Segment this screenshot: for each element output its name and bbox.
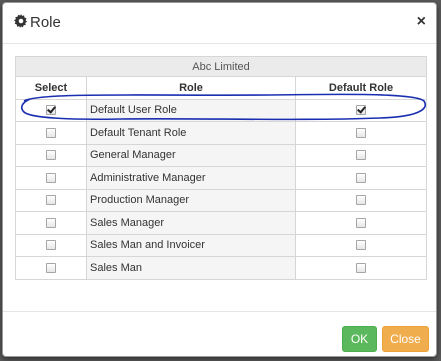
default-role-checkbox[interactable] xyxy=(356,217,367,228)
select-cell xyxy=(15,233,87,257)
table-row: Default Tenant Role xyxy=(15,121,428,145)
close-button[interactable]: Close xyxy=(382,326,429,352)
select-cell xyxy=(15,98,87,122)
table-row: Sales Man and Invoicer xyxy=(15,233,428,257)
select-checkbox[interactable] xyxy=(46,127,56,138)
role-name: Sales Man xyxy=(86,256,296,280)
default-role-cell xyxy=(294,188,428,212)
select-cell xyxy=(15,143,87,167)
default-role-checkbox[interactable] xyxy=(356,105,367,116)
table-row: Sales Man xyxy=(15,256,428,280)
role-name: Default User Role xyxy=(86,98,296,122)
select-checkbox[interactable] xyxy=(46,195,56,206)
role-name: Sales Man and Invoicer xyxy=(86,233,296,257)
default-role-checkbox[interactable] xyxy=(356,127,367,138)
default-role-checkbox[interactable] xyxy=(356,240,367,251)
role-name: Sales Manager xyxy=(86,211,296,235)
table-row: Sales Manager xyxy=(15,211,428,235)
default-role-cell xyxy=(294,211,428,235)
dialog-footer: OK Close xyxy=(3,311,436,358)
role-table: Abc Limited Select Role Default Role Def… xyxy=(14,56,428,280)
default-role-cell xyxy=(294,143,428,167)
column-header-select: Select xyxy=(15,76,87,100)
select-cell xyxy=(15,211,87,235)
column-header-default-role: Default Role xyxy=(294,76,428,100)
default-role-cell xyxy=(294,166,428,190)
table-row: Default User Role xyxy=(15,98,428,122)
select-cell xyxy=(15,256,87,280)
company-name: Abc Limited xyxy=(14,56,428,77)
default-role-checkbox[interactable] xyxy=(356,195,367,206)
role-name: Production Manager xyxy=(86,188,296,212)
role-name: Administrative Manager xyxy=(86,166,296,190)
default-role-checkbox[interactable] xyxy=(356,150,367,161)
select-cell xyxy=(15,166,87,190)
select-checkbox[interactable] xyxy=(46,172,56,183)
default-role-checkbox[interactable] xyxy=(356,172,367,183)
select-checkbox[interactable] xyxy=(46,105,56,116)
default-role-cell xyxy=(294,121,428,145)
default-role-cell xyxy=(294,233,428,257)
select-checkbox[interactable] xyxy=(46,240,56,251)
default-role-checkbox[interactable] xyxy=(356,262,367,273)
table-row: Administrative Manager xyxy=(15,166,428,190)
role-name: General Manager xyxy=(86,143,296,167)
select-cell xyxy=(15,121,87,145)
select-checkbox[interactable] xyxy=(46,262,56,273)
dialog-title: Role xyxy=(30,14,61,31)
role-name: Default Tenant Role xyxy=(86,121,296,145)
default-role-cell xyxy=(294,98,428,122)
table-row: Production Manager xyxy=(15,188,428,212)
select-checkbox[interactable] xyxy=(46,217,56,228)
role-dialog: Role × Abc Limited Select Role Default R… xyxy=(2,2,437,357)
close-icon[interactable]: × xyxy=(417,14,426,30)
select-cell xyxy=(15,188,87,212)
ok-button[interactable]: OK xyxy=(342,326,377,352)
default-role-cell xyxy=(294,256,428,280)
column-header-role: Role xyxy=(86,76,296,100)
select-checkbox[interactable] xyxy=(46,150,56,161)
dialog-header: Role × xyxy=(3,3,436,44)
gear-icon xyxy=(14,14,28,28)
table-row: General Manager xyxy=(15,143,428,167)
dialog-body: Abc Limited Select Role Default Role Def… xyxy=(14,56,428,280)
